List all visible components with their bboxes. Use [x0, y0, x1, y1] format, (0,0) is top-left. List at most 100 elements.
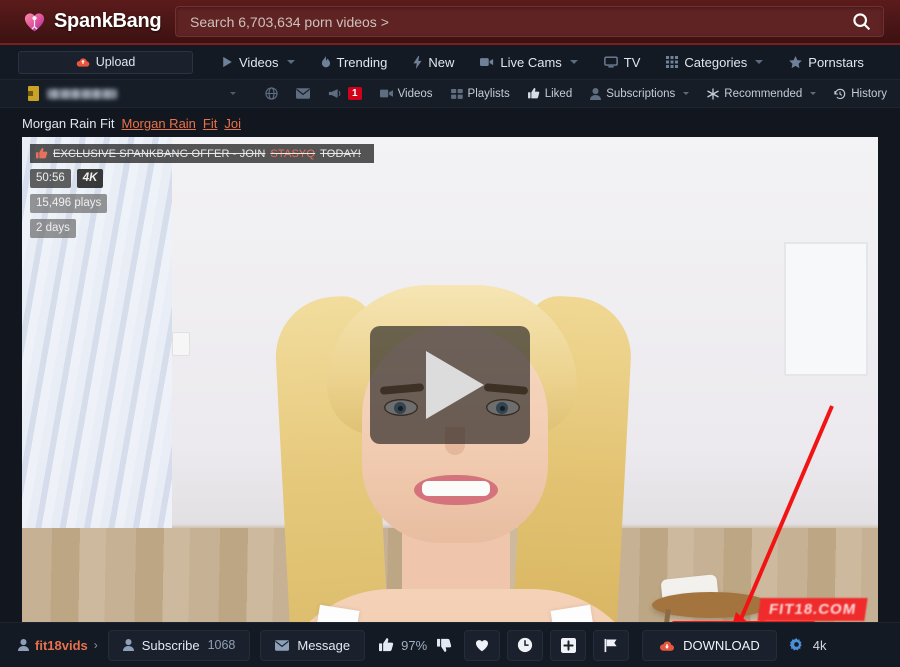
- nav-label: Videos: [239, 54, 279, 70]
- message-label: Message: [297, 637, 351, 653]
- user-icon: [122, 639, 134, 651]
- logo-text: SpankBang: [54, 10, 162, 32]
- download-button[interactable]: DOWNLOAD: [642, 629, 777, 661]
- subnav-label: Videos: [397, 87, 433, 100]
- message-button[interactable]: Message: [260, 629, 366, 661]
- plus-square-icon: [560, 637, 576, 653]
- flame-icon: [321, 55, 331, 69]
- cloud-download-icon: [659, 639, 675, 652]
- subnav-item-playlists[interactable]: Playlists: [442, 88, 519, 100]
- dislike-control[interactable]: [437, 638, 452, 652]
- rating-percent: 97%: [401, 637, 428, 653]
- globe-icon: [265, 87, 278, 100]
- nav-item-categories[interactable]: Categories: [653, 55, 776, 70]
- search-icon: [851, 11, 872, 32]
- uploader-name: fit18vids: [35, 637, 88, 653]
- video-player[interactable]: EXCLUSIVE SPANKBANG OFFER - JOIN STASYQ …: [22, 137, 878, 633]
- favorite-button[interactable]: [464, 629, 501, 661]
- subnav-item-notifications[interactable]: 1: [319, 87, 371, 100]
- nav-item-videos[interactable]: Videos: [209, 55, 308, 70]
- subnav-label: Recommended: [724, 87, 803, 100]
- promo-suffix: TODAY!: [320, 147, 361, 160]
- grid-icon: [666, 56, 679, 68]
- site-watermark: FIT18.COM: [757, 598, 868, 621]
- download-label: DOWNLOAD: [683, 637, 760, 653]
- subnav-item-liked[interactable]: Liked: [519, 88, 582, 100]
- playlist-icon: [450, 88, 463, 99]
- subnav-item-messages[interactable]: [287, 88, 319, 99]
- thumbs-up-icon: [379, 638, 394, 652]
- upload-button[interactable]: Upload: [18, 50, 193, 74]
- video-title-row: Morgan Rain Fit Morgan Rain Fit Joi: [0, 108, 900, 137]
- plays-badge: 15,496 plays: [30, 194, 108, 213]
- uploader-link[interactable]: fit18vids ›: [0, 638, 98, 653]
- nav-item-pornstars[interactable]: Pornstars: [776, 55, 877, 70]
- bolt-icon: [413, 55, 422, 69]
- upload-label: Upload: [95, 55, 136, 69]
- subnav-item-recommended[interactable]: Recommended: [698, 88, 825, 100]
- nav-item-new[interactable]: New: [400, 55, 467, 70]
- subnav-item-subscriptions[interactable]: Subscriptions: [581, 88, 698, 100]
- nav-item-live-cams[interactable]: Live Cams: [467, 55, 590, 70]
- thumbs-up-icon: [36, 148, 48, 159]
- promo-offer-banner[interactable]: EXCLUSIVE SPANKBANG OFFER - JOIN STASYQ …: [30, 144, 374, 163]
- chevron-down-icon: [755, 60, 764, 64]
- play-triangle-icon: [426, 351, 484, 419]
- nav-label: TV: [623, 54, 641, 70]
- subnav-label: Liked: [544, 87, 573, 100]
- like-control[interactable]: 97%: [379, 638, 427, 653]
- quality-settings[interactable]: 4k: [789, 637, 826, 653]
- subnav-item-history[interactable]: History: [825, 88, 896, 100]
- subscriber-count: 1068: [207, 638, 236, 652]
- user-avatar-icon: [28, 86, 39, 101]
- subnav-label: Playlists: [467, 87, 510, 100]
- subnav-item-videos[interactable]: Videos: [371, 88, 442, 100]
- chevron-down-icon: [683, 92, 690, 95]
- page-root: SpankBang Upload: [0, 0, 900, 667]
- subnav-label: Subscriptions: [606, 87, 676, 100]
- search-button[interactable]: [839, 7, 883, 36]
- chevron-right-icon: ›: [93, 638, 98, 652]
- add-to-playlist-button[interactable]: [550, 629, 587, 661]
- tag-link[interactable]: Joi: [224, 116, 241, 131]
- subscribe-button[interactable]: Subscribe 1068: [107, 629, 251, 661]
- nav-label: New: [428, 54, 455, 70]
- play-button[interactable]: [370, 326, 530, 444]
- nav-label: Live Cams: [500, 54, 562, 70]
- search-input[interactable]: [176, 6, 839, 37]
- camera-icon: [480, 57, 494, 67]
- history-icon: [834, 88, 846, 100]
- age-badge: 2 days: [30, 219, 76, 238]
- heart-icon: [474, 638, 490, 653]
- nav-item-tv[interactable]: TV: [591, 55, 654, 70]
- subnav-item-language[interactable]: [256, 87, 287, 100]
- cloud-upload-icon: [76, 56, 90, 68]
- flag-icon: [604, 638, 619, 653]
- thumbs-up-icon: [527, 88, 540, 99]
- promo-prefix: EXCLUSIVE SPANKBANG OFFER - JOIN: [53, 147, 266, 160]
- search-bar[interactable]: [175, 6, 884, 37]
- video-action-bar: fit18vids › Subscribe 1068 Message 97% D…: [0, 622, 900, 667]
- video-meta-badges: 50:56 4K 15,496 plays 2 days: [30, 169, 108, 238]
- watch-later-button[interactable]: [507, 629, 544, 661]
- user-icon: [590, 87, 602, 100]
- user-menu[interactable]: [0, 86, 236, 101]
- chevron-down-icon: [569, 60, 578, 64]
- main-navigation: Upload Videos Trending New Live Cams TV …: [0, 45, 900, 80]
- site-logo[interactable]: SpankBang: [0, 10, 175, 34]
- chevron-down-icon: [286, 60, 295, 64]
- notification-badge: 1: [348, 87, 362, 100]
- nav-item-trending[interactable]: Trending: [308, 55, 401, 70]
- tag-link[interactable]: Fit: [203, 116, 217, 131]
- quality-badge: 4K: [76, 169, 104, 188]
- subnav-label: History: [851, 87, 888, 100]
- envelope-icon: [275, 639, 290, 651]
- tag-link[interactable]: Morgan Rain: [121, 116, 195, 131]
- heart-logo-icon: [22, 10, 47, 34]
- user-sub-navigation: 1 Videos Playlists Liked Subscriptions R…: [0, 80, 900, 108]
- nav-label: Categories: [684, 54, 748, 70]
- user-icon: [18, 639, 29, 651]
- report-button[interactable]: [593, 629, 630, 661]
- username-redacted: [47, 88, 117, 99]
- play-icon: [222, 56, 233, 68]
